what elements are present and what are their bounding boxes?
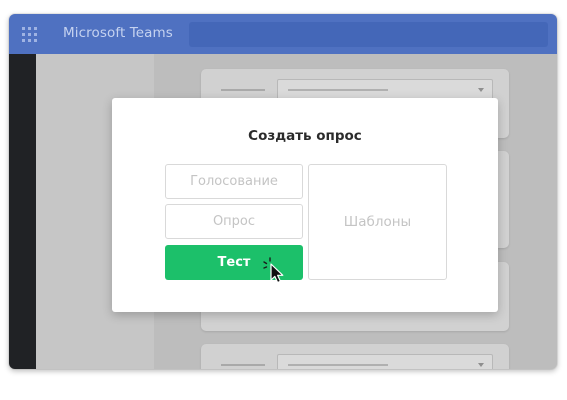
background-card [201, 344, 509, 369]
templates-option-button[interactable]: Шаблоны [308, 164, 447, 280]
vote-option-button[interactable]: Голосование [165, 164, 303, 199]
card-dropdown[interactable] [277, 354, 493, 369]
app-title: Microsoft Teams [63, 25, 173, 41]
left-app-rail [9, 54, 36, 369]
test-option-label: Тест [217, 255, 251, 270]
card-label-placeholder [221, 364, 265, 366]
title-bar: Microsoft Teams [9, 14, 557, 54]
card-label-placeholder [221, 89, 265, 91]
app-launcher-icon[interactable] [22, 27, 37, 42]
search-bar[interactable] [189, 22, 548, 47]
dropdown-caret-icon [478, 363, 484, 367]
create-poll-dialog: Создать опрос Голосование Опрос Тест Шаб… [112, 98, 498, 312]
cursor-pointer-icon [263, 257, 284, 284]
click-burst-icon [263, 257, 271, 269]
teams-window: Microsoft Teams Создать опрос Голосовани… [9, 14, 557, 369]
poll-option-button[interactable]: Опрос [165, 204, 303, 239]
dropdown-caret-icon [478, 88, 484, 92]
dialog-title: Создать опрос [248, 128, 362, 144]
